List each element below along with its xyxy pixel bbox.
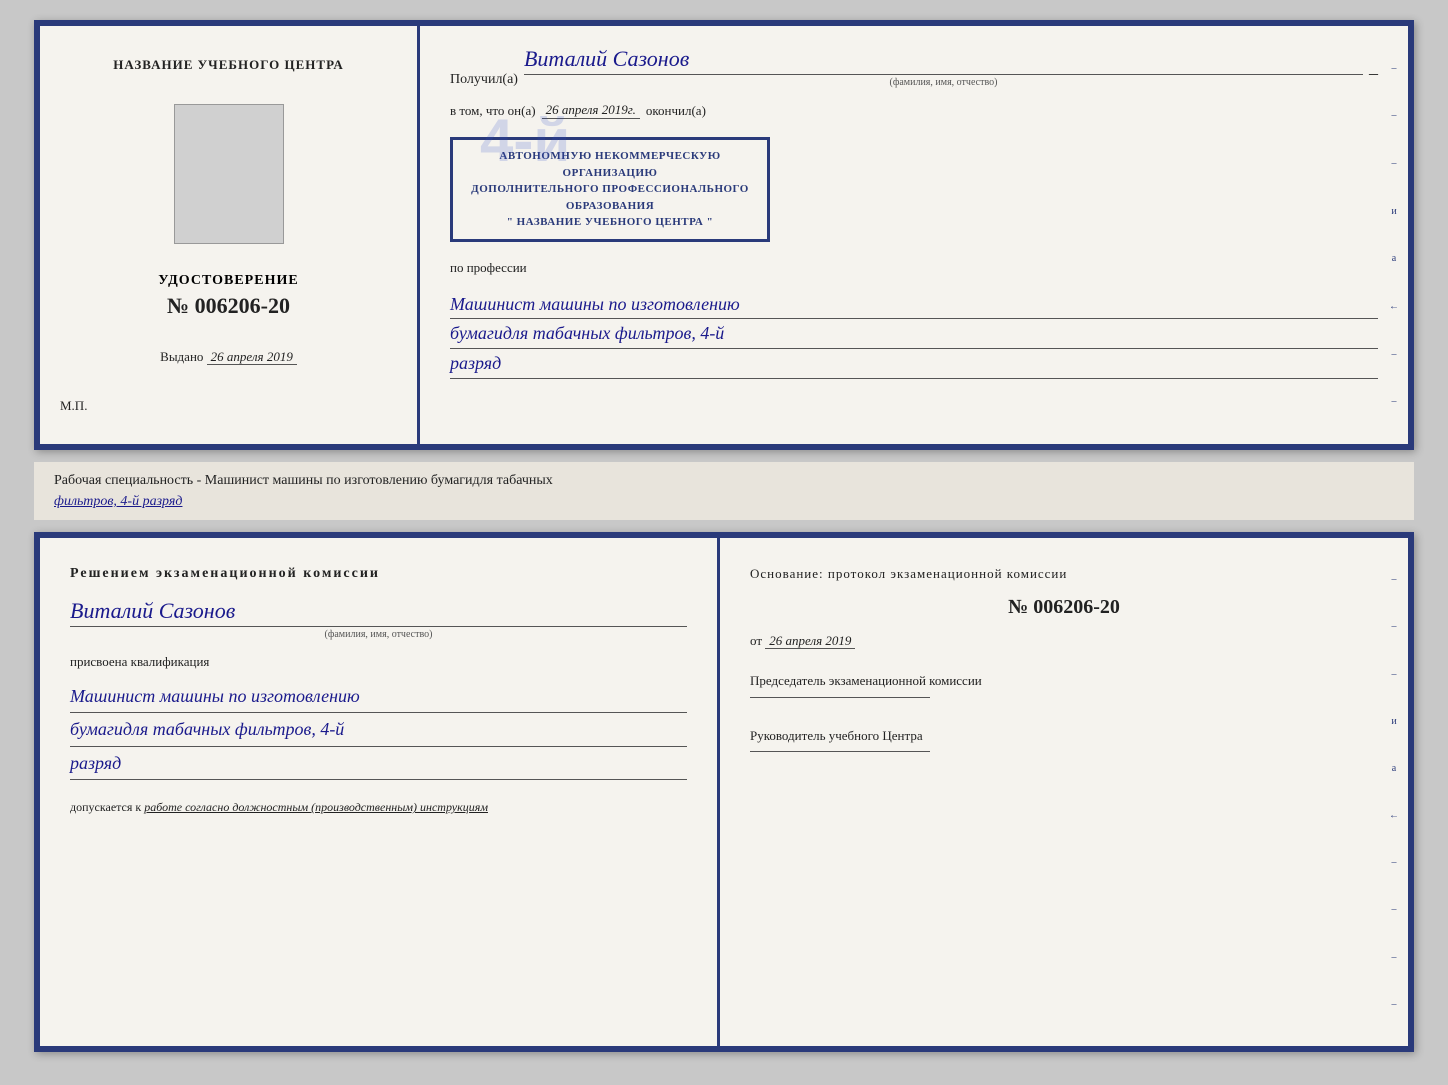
predsedatel-label: Председатель экзаменационной комиссии — [750, 673, 982, 688]
dopuskaetsya-block: допускается к работе согласно должностны… — [70, 800, 687, 815]
prof-line3-bottom: разряд — [70, 747, 687, 780]
prof-line2-bottom: бумагидля табачных фильтров, 4-й — [70, 713, 687, 746]
stamp-line2: ДОПОЛНИТЕЛЬНОГО ПРОФЕССИОНАЛЬНОГО ОБРАЗО… — [467, 181, 753, 214]
certificate-top: НАЗВАНИЕ УЧЕБНОГО ЦЕНТРА УДОСТОВЕРЕНИЕ №… — [34, 20, 1414, 450]
prof-line3-top: разряд — [450, 349, 1378, 379]
predsedatel-block: Председатель экзаменационной комиссии — [750, 671, 1378, 704]
separator-row: Рабочая специальность - Машинист машины … — [34, 462, 1414, 520]
profession-block-bottom: Машинист машины по изготовлению бумагидл… — [70, 680, 687, 780]
photo-placeholder — [174, 104, 284, 244]
recipient-name-bottom: Виталий Сазонов — [70, 598, 687, 627]
certificate-bottom: Решением экзаменационной комиссии Витали… — [34, 532, 1414, 1052]
vtom-date: 26 апреля 2019г. — [542, 102, 640, 119]
separator-text-plain: Рабочая специальность - Машинист машины … — [54, 473, 553, 488]
prof-line1-top: Машинист машины по изготовлению — [450, 290, 1378, 320]
stamp-line3: " НАЗВАНИЕ УЧЕБНОГО ЦЕНТРА " — [467, 214, 753, 231]
bottom-right-panel: Основание: протокол экзаменационной коми… — [720, 538, 1408, 1046]
prof-line2-top: бумагидля табачных фильтров, 4-й — [450, 319, 1378, 349]
udostoverenie-label: УДОСТОВЕРЕНИЕ — [158, 273, 298, 289]
vydano-block: Выдано 26 апреля 2019 — [160, 349, 297, 365]
udostoverenie-block: УДОСТОВЕРЕНИЕ № 006206-20 — [158, 273, 298, 319]
recipient-name-top: Виталий Сазонов — [524, 46, 1363, 75]
protocol-date: от 26 апреля 2019 — [750, 633, 1378, 649]
bottom-left-panel: Решением экзаменационной комиссии Витали… — [40, 538, 720, 1046]
okonchil-label: окончил(а) — [646, 103, 706, 119]
vtom-row: в том, что он(а) 26 апреля 2019г. окончи… — [450, 102, 1378, 119]
vtom-label: в том, что он(а) — [450, 103, 536, 119]
school-name-top: НАЗВАНИЕ УЧЕБНОГО ЦЕНТРА — [113, 56, 344, 74]
fio-hint-bottom: (фамилия, имя, отчество) — [70, 629, 687, 640]
predsedatel-signature-line — [750, 697, 930, 698]
profession-block-top: Машинист машины по изготовлению бумагидл… — [450, 290, 1378, 379]
vydano-label: Выдано — [160, 349, 203, 364]
poluchil-label: Получил(а) — [450, 72, 518, 88]
right-side-marks: – – – и а ← – – — [1386, 26, 1402, 444]
rukovoditel-label: Руководитель учебного Центра — [750, 728, 923, 743]
prof-line1-bottom: Машинист машины по изготовлению — [70, 680, 687, 713]
po-professii-label: по профессии — [450, 260, 1378, 276]
ot-label: от — [750, 633, 762, 648]
stamp-line1: АВТОНОМНУЮ НЕКОММЕРЧЕСКУЮ ОРГАНИЗАЦИЮ — [467, 148, 753, 181]
protocol-number: № 006206-20 — [750, 596, 1378, 619]
osnovanie-label: Основание: протокол экзаменационной коми… — [750, 566, 1378, 582]
vydano-date: 26 апреля 2019 — [207, 349, 297, 365]
cert-right-panel: Получил(а) Виталий Сазонов (фамилия, имя… — [420, 26, 1408, 444]
protocol-date-value: 26 апреля 2019 — [765, 633, 855, 649]
mp-label: М.П. — [60, 398, 87, 414]
prisvoena-label: присвоена квалификация — [70, 654, 687, 670]
dash-separator: – — [1369, 63, 1378, 84]
dopuskaetsya-text: работе согласно должностным (производств… — [144, 800, 488, 814]
right-side-marks-bottom: – – – и а ← – – – – — [1386, 538, 1402, 1046]
rukovoditel-block: Руководитель учебного Центра — [750, 726, 1378, 759]
cert-number-top: № 006206-20 — [158, 293, 298, 319]
fio-hint-top: (фамилия, имя, отчество) — [524, 77, 1363, 88]
rukovoditel-signature-line — [750, 751, 930, 752]
separator-text-underlined: фильтров, 4-й разряд — [54, 494, 182, 509]
stamp-box: АВТОНОМНУЮ НЕКОММЕРЧЕСКУЮ ОРГАНИЗАЦИЮ ДО… — [450, 137, 770, 242]
cert-left-panel: НАЗВАНИЕ УЧЕБНОГО ЦЕНТРА УДОСТОВЕРЕНИЕ №… — [40, 26, 420, 444]
dopuskaetsya-label: допускается к — [70, 800, 141, 814]
resheniyem-label: Решением экзаменационной комиссии — [70, 566, 687, 582]
